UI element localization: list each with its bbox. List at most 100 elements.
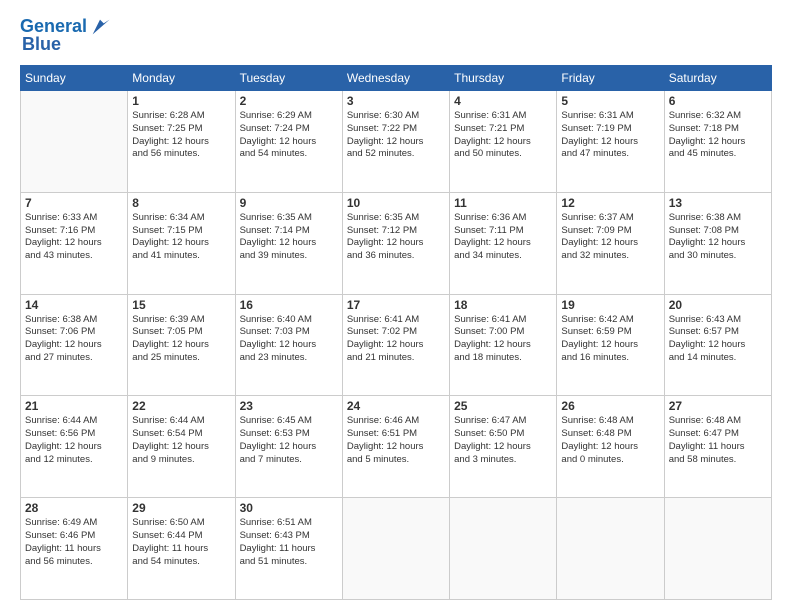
logo-icon [89,16,111,38]
day-info: Sunrise: 6:51 AM Sunset: 6:43 PM Dayligh… [240,517,338,568]
day-number: 17 [347,298,445,312]
day-info: Sunrise: 6:49 AM Sunset: 6:46 PM Dayligh… [25,517,123,568]
day-info: Sunrise: 6:38 AM Sunset: 7:08 PM Dayligh… [669,212,767,263]
day-number: 11 [454,196,552,210]
day-info: Sunrise: 6:31 AM Sunset: 7:21 PM Dayligh… [454,110,552,161]
day-info: Sunrise: 6:33 AM Sunset: 7:16 PM Dayligh… [25,212,123,263]
day-info: Sunrise: 6:41 AM Sunset: 7:00 PM Dayligh… [454,314,552,365]
calendar-header-row: SundayMondayTuesdayWednesdayThursdayFrid… [21,66,772,91]
day-number: 12 [561,196,659,210]
day-number: 13 [669,196,767,210]
calendar-cell: 9 Sunrise: 6:35 AM Sunset: 7:14 PM Daylig… [235,192,342,294]
header: General Blue [20,16,772,55]
calendar-week-row: 14 Sunrise: 6:38 AM Sunset: 7:06 PM Dayli… [21,294,772,396]
day-number: 23 [240,399,338,413]
calendar-cell: 1Sunrise: 6:28 AM Sunset: 7:25 PM Daylig… [128,91,235,193]
calendar-cell: 26 Sunrise: 6:48 AM Sunset: 6:48 PM Dayli… [557,396,664,498]
day-info: Sunrise: 6:31 AM Sunset: 7:19 PM Dayligh… [561,110,659,161]
day-info: Sunrise: 6:46 AM Sunset: 6:51 PM Dayligh… [347,415,445,466]
calendar-cell [557,498,664,600]
day-number: 15 [132,298,230,312]
calendar-week-row: 21 Sunrise: 6:44 AM Sunset: 6:56 PM Dayli… [21,396,772,498]
calendar-header-cell: Sunday [21,66,128,91]
day-info: Sunrise: 6:41 AM Sunset: 7:02 PM Dayligh… [347,314,445,365]
day-info: Sunrise: 6:34 AM Sunset: 7:15 PM Dayligh… [132,212,230,263]
day-number: 19 [561,298,659,312]
calendar-cell: 5 Sunrise: 6:31 AM Sunset: 7:19 PM Daylig… [557,91,664,193]
day-info: Sunrise: 6:38 AM Sunset: 7:06 PM Dayligh… [25,314,123,365]
day-number: 3 [347,94,445,108]
day-info: Sunrise: 6:44 AM Sunset: 6:54 PM Dayligh… [132,415,230,466]
day-number: 4 [454,94,552,108]
day-number: 24 [347,399,445,413]
day-info: Sunrise: 6:35 AM Sunset: 7:12 PM Dayligh… [347,212,445,263]
day-info: Sunrise: 6:36 AM Sunset: 7:11 PM Dayligh… [454,212,552,263]
day-number: 9 [240,196,338,210]
page: General Blue SundayMondayTuesdayWednesda… [0,0,792,612]
calendar-cell: 4 Sunrise: 6:31 AM Sunset: 7:21 PM Daylig… [450,91,557,193]
calendar-cell: 16 Sunrise: 6:40 AM Sunset: 7:03 PM Dayli… [235,294,342,396]
calendar-week-row: 28 Sunrise: 6:49 AM Sunset: 6:46 PM Dayli… [21,498,772,600]
calendar-cell [450,498,557,600]
calendar-header-cell: Wednesday [342,66,449,91]
calendar-cell: 12 Sunrise: 6:37 AM Sunset: 7:09 PM Dayli… [557,192,664,294]
day-number: 6 [669,94,767,108]
calendar-cell: 21 Sunrise: 6:44 AM Sunset: 6:56 PM Dayli… [21,396,128,498]
calendar-cell [21,91,128,193]
day-info: Sunrise: 6:43 AM Sunset: 6:57 PM Dayligh… [669,314,767,365]
calendar-cell: 7 Sunrise: 6:33 AM Sunset: 7:16 PM Daylig… [21,192,128,294]
day-info: Sunrise: 6:29 AM Sunset: 7:24 PM Dayligh… [240,110,338,161]
calendar-cell: 8 Sunrise: 6:34 AM Sunset: 7:15 PM Daylig… [128,192,235,294]
day-number: 8 [132,196,230,210]
logo: General Blue [20,16,111,55]
calendar-cell: 29Sunrise: 6:50 AM Sunset: 6:44 PM Dayli… [128,498,235,600]
day-info: Sunrise: 6:37 AM Sunset: 7:09 PM Dayligh… [561,212,659,263]
day-number: 10 [347,196,445,210]
calendar-cell: 13 Sunrise: 6:38 AM Sunset: 7:08 PM Dayli… [664,192,771,294]
day-info: Sunrise: 6:42 AM Sunset: 6:59 PM Dayligh… [561,314,659,365]
day-number: 5 [561,94,659,108]
calendar-cell: 23Sunrise: 6:45 AM Sunset: 6:53 PM Dayli… [235,396,342,498]
day-info: Sunrise: 6:44 AM Sunset: 6:56 PM Dayligh… [25,415,123,466]
day-info: Sunrise: 6:48 AM Sunset: 6:48 PM Dayligh… [561,415,659,466]
day-number: 22 [132,399,230,413]
day-number: 18 [454,298,552,312]
day-info: Sunrise: 6:40 AM Sunset: 7:03 PM Dayligh… [240,314,338,365]
day-number: 30 [240,501,338,515]
calendar-cell: 25Sunrise: 6:47 AM Sunset: 6:50 PM Dayli… [450,396,557,498]
calendar-cell [664,498,771,600]
day-number: 2 [240,94,338,108]
calendar-cell: 2 Sunrise: 6:29 AM Sunset: 7:24 PM Daylig… [235,91,342,193]
calendar-cell: 27 Sunrise: 6:48 AM Sunset: 6:47 PM Dayli… [664,396,771,498]
calendar-cell: 17 Sunrise: 6:41 AM Sunset: 7:02 PM Dayli… [342,294,449,396]
calendar-cell: 11 Sunrise: 6:36 AM Sunset: 7:11 PM Dayli… [450,192,557,294]
calendar-cell: 18 Sunrise: 6:41 AM Sunset: 7:00 PM Dayli… [450,294,557,396]
day-number: 29 [132,501,230,515]
calendar-cell: 15Sunrise: 6:39 AM Sunset: 7:05 PM Dayli… [128,294,235,396]
day-number: 28 [25,501,123,515]
day-number: 27 [669,399,767,413]
calendar-cell: 14 Sunrise: 6:38 AM Sunset: 7:06 PM Dayli… [21,294,128,396]
calendar-cell: 19 Sunrise: 6:42 AM Sunset: 6:59 PM Dayli… [557,294,664,396]
day-number: 21 [25,399,123,413]
day-number: 20 [669,298,767,312]
calendar-cell: 20 Sunrise: 6:43 AM Sunset: 6:57 PM Dayli… [664,294,771,396]
day-number: 7 [25,196,123,210]
calendar-cell: 6 Sunrise: 6:32 AM Sunset: 7:18 PM Daylig… [664,91,771,193]
day-number: 16 [240,298,338,312]
calendar-cell: 22 Sunrise: 6:44 AM Sunset: 6:54 PM Dayli… [128,396,235,498]
calendar-header-cell: Saturday [664,66,771,91]
day-info: Sunrise: 6:48 AM Sunset: 6:47 PM Dayligh… [669,415,767,466]
day-info: Sunrise: 6:32 AM Sunset: 7:18 PM Dayligh… [669,110,767,161]
calendar-header-cell: Friday [557,66,664,91]
calendar-header-cell: Thursday [450,66,557,91]
calendar-cell [342,498,449,600]
day-info: Sunrise: 6:30 AM Sunset: 7:22 PM Dayligh… [347,110,445,161]
calendar-cell: 24 Sunrise: 6:46 AM Sunset: 6:51 PM Dayli… [342,396,449,498]
calendar-header-cell: Monday [128,66,235,91]
day-number: 14 [25,298,123,312]
day-number: 26 [561,399,659,413]
calendar-cell: 10 Sunrise: 6:35 AM Sunset: 7:12 PM Dayli… [342,192,449,294]
day-info: Sunrise: 6:28 AM Sunset: 7:25 PM Dayligh… [132,110,230,161]
day-info: Sunrise: 6:35 AM Sunset: 7:14 PM Dayligh… [240,212,338,263]
